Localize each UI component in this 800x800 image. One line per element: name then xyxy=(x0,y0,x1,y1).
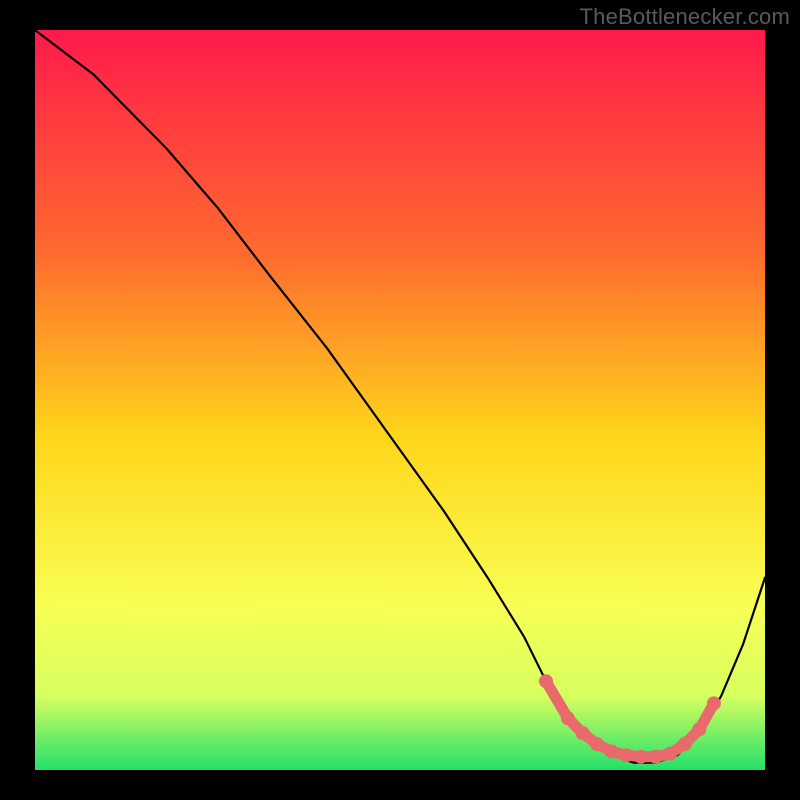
highlight-marker xyxy=(590,737,604,751)
highlight-marker xyxy=(634,750,648,764)
highlight-marker xyxy=(663,747,677,761)
highlight-marker xyxy=(561,711,575,725)
highlight-marker xyxy=(678,737,692,751)
highlight-marker xyxy=(605,745,619,759)
gradient-background xyxy=(35,30,765,770)
highlight-marker xyxy=(692,722,706,736)
highlight-marker xyxy=(576,726,590,740)
attribution-label: TheBottlenecker.com xyxy=(580,4,790,30)
highlight-marker xyxy=(707,696,721,710)
plot-frame xyxy=(35,30,765,770)
plot-svg xyxy=(35,30,765,770)
highlight-marker xyxy=(539,674,553,688)
highlight-marker xyxy=(619,748,633,762)
chart-container: TheBottlenecker.com xyxy=(0,0,800,800)
highlight-marker xyxy=(649,750,663,764)
